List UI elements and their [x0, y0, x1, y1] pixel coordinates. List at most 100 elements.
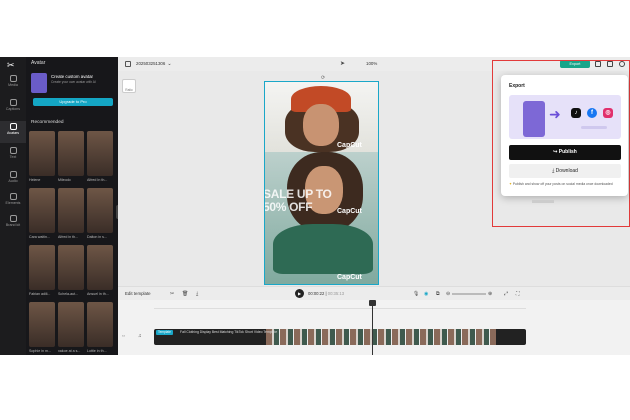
tiktok-icon: ♪ [571, 108, 581, 118]
zoom-out-icon[interactable]: ⊖ [446, 291, 450, 297]
brand-watermark: CapCut [337, 142, 362, 149]
timeline-toolbar: Edit template ✂ 🗑 ⤓ ▶ 00:00:22 | 00:35:1… [118, 286, 630, 300]
custom-avatar-promo: Create custom avatar Create your own ava… [31, 71, 113, 111]
track-audio-icon[interactable]: ♫ [138, 333, 142, 339]
green-dress [273, 224, 373, 274]
avatar-card[interactable]: Ansuel in th... [87, 245, 113, 301]
brand-watermark: CapCut [337, 208, 362, 215]
avatar-thumbnail [87, 302, 113, 347]
video-track-clip[interactable]: Template Fall Clothing Display Best Matc… [154, 329, 526, 345]
child-face [303, 104, 339, 146]
recommended-heading: Recommended [31, 120, 64, 125]
play-button[interactable]: ▶ [295, 289, 304, 298]
playhead[interactable] [369, 300, 376, 355]
audio-icon [9, 171, 17, 178]
rail-item-text[interactable]: Text [0, 145, 26, 167]
publish-note-text: Publish and show off your posts on socia… [512, 182, 613, 186]
fit-icon[interactable]: ⤢ [504, 291, 508, 297]
rail-item-audio[interactable]: Audio [0, 169, 26, 191]
split-view-icon[interactable]: ⧉ [436, 291, 440, 297]
elements-icon [9, 193, 17, 200]
avatar-card[interactable]: Lottie in th... [87, 302, 113, 358]
ratio-button[interactable]: Ratio [122, 79, 136, 93]
clip-thumbnails [266, 329, 496, 345]
sale-text: SALE UP TO 50% OFF [264, 188, 332, 214]
avatar-thumbnail [29, 131, 55, 176]
export-dialog: Export ➜ ♪ f ◎ ↪ Publish ⤓ Download ✦ Pu… [501, 75, 628, 196]
split-icon[interactable]: ✂ [170, 291, 174, 297]
microphone-icon[interactable]: 🎙 [413, 291, 419, 297]
export-dialog-title: Export [509, 83, 525, 89]
instagram-icon: ◎ [603, 108, 613, 118]
banner-person-image [523, 101, 545, 137]
avatar-card[interactable]: Schela-aut... [58, 245, 84, 301]
publish-button[interactable]: ↪ Publish [509, 145, 621, 160]
panel-title: Avatar [31, 60, 46, 66]
promo-thumbnail [31, 73, 47, 93]
capcut-logo-icon: ✂ [7, 60, 15, 70]
promo-description: Create your own avatar with AI [51, 80, 96, 84]
time-ruler[interactable] [154, 303, 526, 309]
template-tag: Template [156, 330, 173, 335]
publish-label: Publish [558, 149, 577, 155]
arrow-right-icon: ➜ [549, 106, 561, 122]
rail-item-media[interactable]: Media [0, 73, 26, 95]
avatar-thumbnail [87, 245, 113, 290]
download-icon[interactable]: ⤓ [196, 291, 198, 297]
expand-icon[interactable]: ⛶ [516, 291, 520, 297]
media-icon [9, 75, 17, 82]
timecode: 00:00:22 | 00:35:13 [308, 291, 345, 296]
avatar-thumbnail [29, 245, 55, 290]
download-button[interactable]: ⤓ Download [509, 164, 621, 178]
timeline-zoom-slider[interactable] [452, 293, 486, 295]
dialog-shadow-bar [532, 200, 554, 203]
rail-item-avatars[interactable]: Avatars [0, 121, 26, 143]
avatar-card[interactable]: Dalton in s... [87, 188, 113, 244]
frame-bottom-scene: SALE UP TO 50% OFF CapCut CapCut [264, 152, 378, 284]
banner-placeholder-bar [581, 126, 607, 129]
avatar-card[interactable]: Sophie in m... [29, 302, 55, 358]
chevron-down-icon: ⌄ [167, 61, 172, 67]
avatar-panel: Avatar Create custom avatar Create your … [26, 57, 118, 355]
clip-name: Fall Clothing Display Best Matching TikT… [180, 330, 278, 334]
brand-watermark: CapCut [337, 274, 362, 281]
edit-template-button[interactable]: Edit template [125, 291, 151, 296]
delete-icon[interactable]: 🗑 [182, 291, 188, 297]
sale-line-2: 50% OFF [264, 200, 313, 214]
publish-note: ✦ Publish and show off your posts on soc… [509, 182, 625, 186]
timeline: ⇔ ♫ Template Fall Clothing Display Best … [118, 300, 630, 355]
total-duration: 00:35:13 [327, 291, 345, 296]
avatar-thumbnail [29, 302, 55, 347]
home-icon[interactable] [125, 61, 131, 67]
zoom-select[interactable]: 100% [366, 61, 377, 66]
download-label: Download [555, 168, 578, 174]
avatar-card[interactable]: Fabian adili... [29, 245, 55, 301]
facebook-icon: f [587, 108, 597, 118]
rail-item-elements[interactable]: Elements [0, 191, 26, 213]
export-banner: ➜ ♪ f ◎ [509, 95, 621, 139]
avatar-card[interactable]: Alfred In th... [87, 131, 113, 187]
rail-item-captions[interactable]: Captions [0, 97, 26, 119]
project-name[interactable]: 202503251306 ⌄ [136, 61, 172, 67]
avatar-card[interactable]: Cara waitin... [29, 188, 55, 244]
avatar-thumbnail [29, 188, 55, 233]
track-lock-icon[interactable]: ⇔ [121, 333, 126, 339]
avatar-card[interactable]: xakoe at a s... [58, 302, 84, 358]
rail-item-brand-kit[interactable]: Brand kit [0, 213, 26, 235]
upgrade-button[interactable]: Upgrade to Pro [33, 98, 113, 106]
left-nav-rail: ✂ Media Captions Avatars Text Audio Elem… [0, 57, 26, 355]
zoom-in-icon[interactable]: ⊕ [488, 291, 492, 297]
avatar-card[interactable]: Alfred in th... [58, 188, 84, 244]
avatar-thumbnail [58, 131, 84, 176]
avatar-icon [9, 123, 17, 130]
avatar-card[interactable]: Helene [29, 131, 55, 187]
avatar-card[interactable]: Mileodo [58, 131, 84, 187]
brand-kit-icon [9, 215, 17, 222]
video-frame[interactable]: CapCut SALE UP TO 50% OFF CapCut CapCut [264, 81, 379, 285]
magnet-icon[interactable]: ◉ [424, 291, 428, 297]
avatar-thumbnail [87, 188, 113, 233]
frame-top-scene: CapCut [265, 82, 378, 152]
avatar-thumbnail [58, 245, 84, 290]
avatar-thumbnail [58, 188, 84, 233]
cursor-tool-icon[interactable]: ➤ [340, 60, 345, 67]
